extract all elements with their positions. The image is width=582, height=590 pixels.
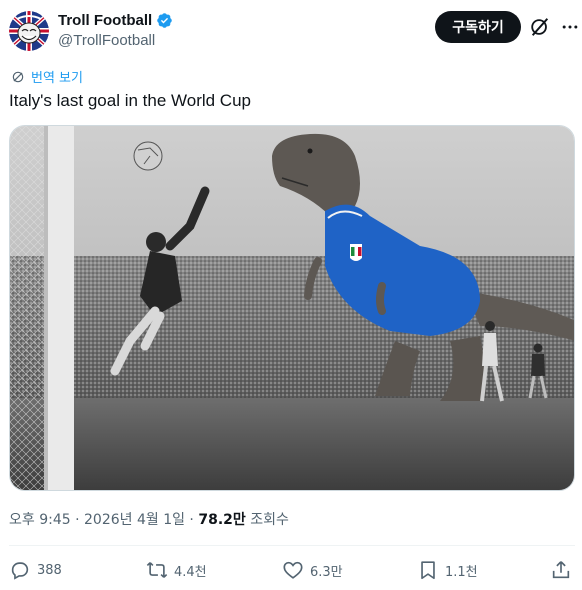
- action-bar: 388 4.4천 6.3만 1.1천: [9, 555, 575, 585]
- display-name[interactable]: Troll Football: [58, 12, 152, 29]
- avatar[interactable]: [9, 11, 49, 51]
- divider: [9, 545, 575, 546]
- globe-icon: [12, 71, 24, 82]
- share-icon: [552, 561, 570, 579]
- reply-icon: [11, 562, 29, 580]
- tweet-header: Troll Football @TrollFootball 구독하기: [9, 11, 578, 51]
- translate-link[interactable]: 번역 보기: [11, 67, 83, 86]
- retweet-button[interactable]: 4.4천: [146, 555, 207, 585]
- like-count: 6.3만: [310, 564, 343, 580]
- retweet-icon: [146, 562, 168, 578]
- name-row: Troll Football: [58, 12, 173, 29]
- more-button[interactable]: [557, 14, 582, 40]
- like-button[interactable]: 6.3만: [282, 555, 343, 585]
- bookmark-count: 1.1천: [445, 564, 478, 580]
- views-label: 조회수: [245, 512, 289, 528]
- tweet-meta: 오후 9:45 · 2026년 4월 1일 · 78.2만 조회수: [9, 509, 289, 529]
- more-icon: [562, 25, 578, 29]
- grok-icon[interactable]: [529, 16, 551, 38]
- reply-button[interactable]: 388: [9, 555, 62, 585]
- retweet-count: 4.4천: [174, 564, 207, 580]
- tweet-time[interactable]: 오후 9:45 · 2026년 4월 1일 ·: [9, 512, 198, 528]
- views-count: 78.2만: [198, 512, 246, 528]
- handle[interactable]: @TrollFootball: [58, 32, 155, 49]
- translate-label: 번역 보기: [31, 71, 83, 86]
- subscribe-button[interactable]: 구독하기: [435, 11, 521, 43]
- verified-badge-icon: [157, 13, 172, 28]
- photo-goalkeeper-trex-italy-shirt: [10, 126, 574, 490]
- like-icon: [283, 561, 303, 579]
- troll-face-union-jack-avatar: [9, 11, 49, 51]
- bookmark-button[interactable]: 1.1천: [417, 555, 478, 585]
- share-button[interactable]: [550, 555, 572, 585]
- tweet-photo[interactable]: [9, 125, 575, 491]
- bookmark-icon: [421, 561, 435, 580]
- tweet-text: Italy's last goal in the World Cup: [9, 91, 251, 110]
- reply-count: 388: [37, 562, 62, 578]
